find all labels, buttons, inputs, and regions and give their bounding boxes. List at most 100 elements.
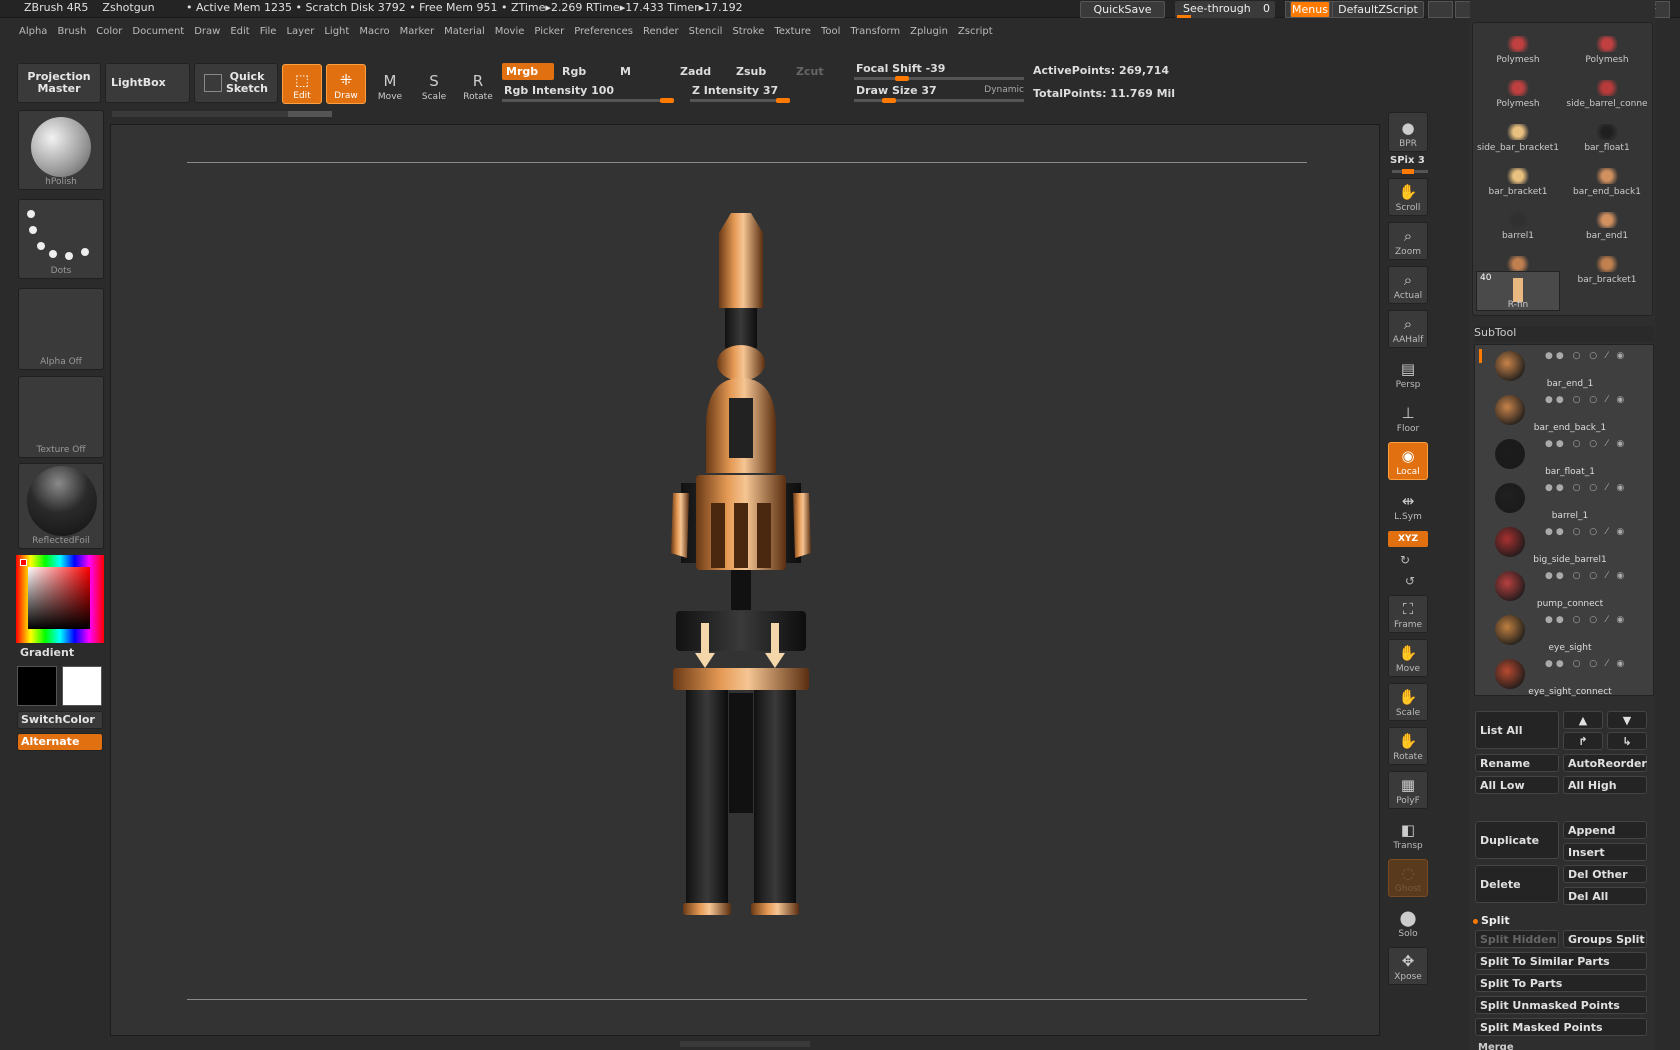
subtool-item[interactable]: ●● ○ ○ ⁄ ◉ barrel_1 [1475,477,1645,521]
tool-thumb[interactable]: Polymesh [1474,65,1562,109]
tool-thumb[interactable]: Polymesh [1474,21,1562,65]
lsym-button[interactable]: ⇹ L.Sym [1388,486,1428,524]
rgb-toggle[interactable]: Rgb [558,63,610,80]
menu-alpha[interactable]: Alpha [14,22,52,42]
edit-mode-button[interactable]: ⬚ Edit [282,64,322,104]
zsub-toggle[interactable]: Zsub [732,63,784,80]
bpr-button[interactable]: ● BPR [1388,112,1428,152]
merge-section-header[interactable]: Merge [1478,1042,1514,1050]
z-intensity-slider[interactable]: Z Intensity 37 [690,82,790,103]
focal-shift-knob[interactable] [895,76,909,81]
subtool-item[interactable]: ●● ○ ○ ⁄ ◉ eye_sight_connect [1475,653,1645,697]
spix-knob[interactable] [1402,169,1414,174]
material-picker[interactable]: ReflectedFoil [18,463,104,549]
tool-thumb[interactable]: bar_bracket1 [1474,153,1562,197]
scale-mode-button[interactable]: S Scale [414,64,454,104]
scale-view-button[interactable]: ✋ Scale [1388,683,1428,721]
rgb-intensity-knob[interactable] [660,98,674,103]
tool-thumb[interactable]: bar_bracket1 [1563,241,1651,285]
rgb-intensity-slider[interactable]: Rgb Intensity 100 [502,82,674,103]
subtool-visibility-toggles[interactable]: ●● ○ ○ ⁄ ◉ [1545,571,1627,581]
menus-toggle[interactable]: Menus [1290,1,1330,18]
secondary-color-swatch[interactable] [17,666,57,706]
move-down-arrow-icon[interactable]: ▼ [1607,711,1647,729]
menu-material[interactable]: Material [439,22,490,42]
tool-thumb[interactable]: Polymesh [1563,21,1651,65]
menu-transform[interactable]: Transform [845,22,905,42]
rotate-view-button[interactable]: ✋ Rotate [1388,727,1428,765]
scroll-button[interactable]: ✋ Scroll [1388,178,1428,216]
menu-stencil[interactable]: Stencil [684,22,728,42]
split-unmasked-button[interactable]: Split Unmasked Points [1475,996,1647,1014]
color-picker[interactable] [16,555,104,643]
defaultzscript-button[interactable]: DefaultZScript [1332,1,1424,18]
document-canvas[interactable] [110,124,1380,1036]
split-to-parts-button[interactable]: Split To Parts [1475,974,1647,992]
groups-split-button[interactable]: Groups Split [1563,930,1647,948]
menu-zplugin[interactable]: Zplugin [905,22,953,42]
draw-size-slider[interactable]: Draw Size 37 Dynamic [854,82,1024,103]
canvas-bottom-scrollbar[interactable] [680,1041,810,1047]
polyf-button[interactable]: ▦ PolyF [1388,771,1428,809]
m-toggle[interactable]: M [616,63,668,80]
subtool-visibility-toggles[interactable]: ●● ○ ○ ⁄ ◉ [1545,351,1627,361]
del-other-button[interactable]: Del Other [1563,865,1647,883]
persp-button[interactable]: ▤ Persp [1388,354,1428,392]
subtool-item[interactable]: ●● ○ ○ ⁄ ◉ bar_float_1 [1475,433,1645,477]
floor-button[interactable]: ⊥ Floor [1388,398,1428,436]
actual-button[interactable]: ⌕ Actual [1388,266,1428,304]
split-masked-button[interactable]: Split Masked Points [1475,1018,1647,1036]
color-square[interactable] [28,567,90,629]
move-view-button[interactable]: ✋ Move [1388,639,1428,677]
subtool-visibility-toggles[interactable]: ●● ○ ○ ⁄ ◉ [1545,395,1627,405]
menu-movie[interactable]: Movie [490,22,530,42]
alpha-picker[interactable]: Alpha Off [18,288,104,370]
menu-brush[interactable]: Brush [52,22,91,42]
draw-size-knob[interactable] [882,98,896,103]
menu-draw[interactable]: Draw [189,22,225,42]
split-section-header[interactable]: Split [1473,914,1643,927]
menu-layer[interactable]: Layer [281,22,319,42]
insert-button[interactable]: Insert [1563,843,1647,861]
rename-button[interactable]: Rename [1475,754,1559,772]
shelf-scrollbar[interactable] [112,111,332,117]
switchcolor-button[interactable]: SwitchColor [17,711,103,729]
tool-thumb[interactable]: bar_end_back1 [1563,153,1651,197]
subtool-visibility-toggles[interactable]: ●● ○ ○ ⁄ ◉ [1545,439,1627,449]
zadd-toggle[interactable]: Zadd [676,63,728,80]
menu-marker[interactable]: Marker [395,22,440,42]
xyz-button[interactable]: XYZ [1388,531,1428,547]
menu-file[interactable]: File [255,22,282,42]
shrink-icon[interactable] [1428,1,1453,18]
subtool-header[interactable]: SubTool [1474,326,1654,342]
aahalf-button[interactable]: ⌕ AAHalf [1388,310,1428,348]
local-button[interactable]: ◉ Local [1388,442,1428,480]
split-hidden-button[interactable]: Split Hidden [1475,930,1559,948]
subtool-item[interactable]: ●● ○ ○ ⁄ ◉ pump_connect [1475,565,1645,609]
delete-button[interactable]: Delete [1475,865,1559,903]
texture-picker[interactable]: Texture Off [18,376,104,458]
mrgb-toggle[interactable]: Mrgb [502,63,554,80]
rotate-mode-button[interactable]: R Rotate [458,64,498,104]
duplicate-button[interactable]: Duplicate [1475,821,1559,859]
zoom-button[interactable]: ⌕ Zoom [1388,222,1428,260]
subtool-visibility-toggles[interactable]: ●● ○ ○ ⁄ ◉ [1545,527,1627,537]
gradient-label[interactable]: Gradient [20,646,74,659]
del-all-button[interactable]: Del All [1563,887,1647,905]
all-low-button[interactable]: All Low [1475,776,1559,794]
quicksave-button[interactable]: QuickSave [1080,1,1165,18]
move-up-arrow-icon[interactable]: ▲ [1563,711,1603,729]
quick-sketch-button[interactable]: Quick Sketch [194,63,278,103]
menu-macro[interactable]: Macro [354,22,394,42]
xpose-button[interactable]: ✥ Xpose [1388,947,1428,985]
menu-preferences[interactable]: Preferences [569,22,638,42]
subtool-item[interactable]: ●● ○ ○ ⁄ ◉ big_side_barrel1 [1475,521,1645,565]
move-mode-button[interactable]: M Move [370,64,410,104]
menu-zscript[interactable]: Zscript [953,22,998,42]
split-similar-parts-button[interactable]: Split To Similar Parts [1475,952,1647,970]
spix-slider[interactable]: SPix 3 [1390,155,1425,166]
rotate-z-icon[interactable]: ↺ [1405,574,1415,588]
rotate-y-icon[interactable]: ↻ [1400,553,1410,567]
subtool-visibility-toggles[interactable]: ●● ○ ○ ⁄ ◉ [1545,659,1627,669]
rfin-thumb[interactable]: 40 R-fin [1476,271,1560,311]
